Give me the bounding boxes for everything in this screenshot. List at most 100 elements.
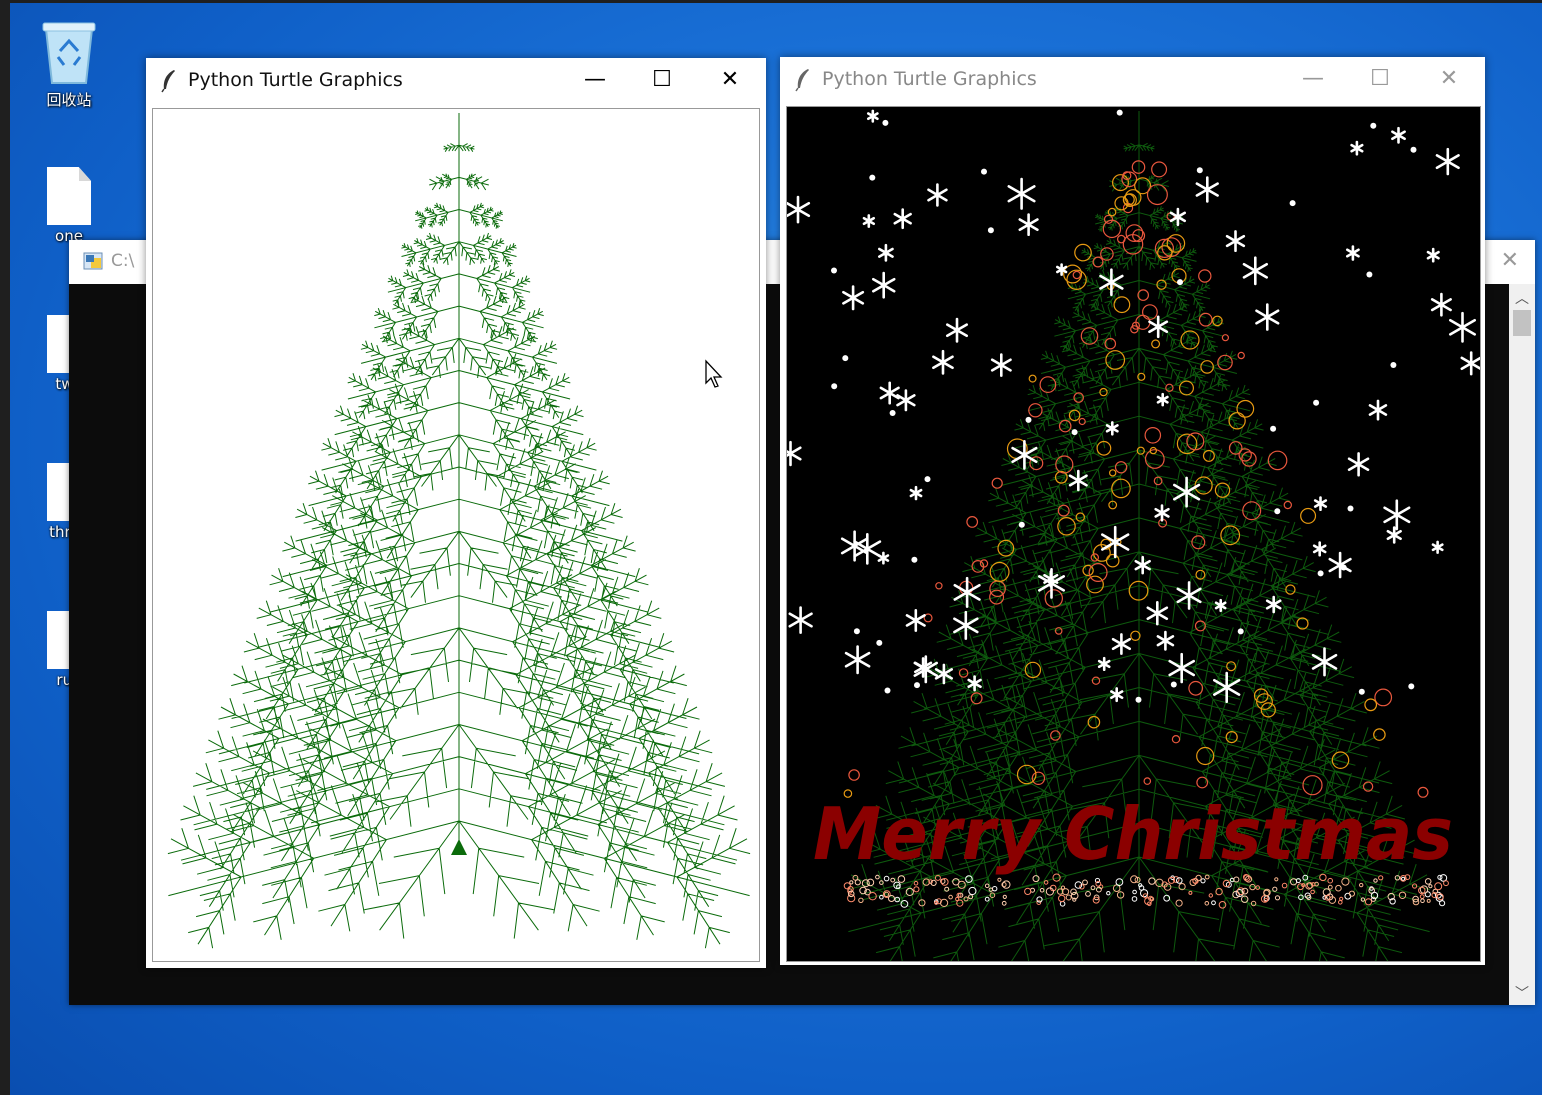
minimize-button[interactable]: —: [1291, 63, 1335, 95]
ornament-circle: [1364, 698, 1378, 712]
ornament-circle: [1153, 476, 1163, 486]
close-button[interactable]: ✕: [1427, 63, 1471, 95]
window-title: Python Turtle Graphics: [188, 69, 403, 91]
ornament-circle: [1373, 728, 1386, 741]
confetti-dot: [913, 886, 920, 893]
confetti-dot: [1072, 897, 1077, 902]
ornament-circle: [1221, 334, 1229, 342]
snowflake-icon: [1242, 256, 1268, 286]
snow-dot: [1177, 279, 1183, 286]
snow-dot: [981, 168, 987, 175]
close-button[interactable]: ✕: [708, 64, 752, 96]
confetti-dot: [1401, 876, 1406, 881]
snowflake-icon: [927, 183, 948, 207]
maximize-button[interactable]: ☐: [1358, 63, 1402, 95]
snow-dot: [882, 119, 889, 126]
turtle-cursor-icon: [451, 839, 467, 855]
scroll-down-icon[interactable]: ﹀: [1509, 983, 1535, 1003]
maximize-button[interactable]: ☐: [640, 64, 684, 96]
window-titlebar[interactable]: Python Turtle Graphics — ☐ ✕: [780, 57, 1485, 103]
snowflake-icon: [1368, 399, 1388, 421]
confetti-dot: [1434, 882, 1443, 891]
confetti-dot: [1341, 877, 1350, 886]
feather-icon: [795, 69, 809, 92]
snow-dot: [1313, 399, 1320, 406]
snowflake-icon: [1068, 469, 1088, 492]
confetti-dot: [1060, 885, 1066, 890]
mouse-cursor-icon: [705, 359, 723, 388]
snow-dot: [1196, 167, 1203, 174]
fractal-tree-drawing: [167, 113, 751, 949]
window-titlebar[interactable]: Python Turtle Graphics — ☐ ✕: [146, 58, 766, 104]
confetti-dot: [1188, 890, 1193, 895]
ornament-circle: [1144, 426, 1162, 444]
ornament-circle: [1087, 715, 1101, 729]
confetti-dot: [1131, 896, 1138, 902]
turtle-window-left[interactable]: Python Turtle Graphics — ☐ ✕: [146, 58, 766, 968]
snowflake-icon: [862, 214, 875, 228]
ornament-circle: [1105, 553, 1120, 568]
snow-dot: [1358, 688, 1365, 695]
snowflake-icon: [1225, 230, 1246, 252]
turtle-canvas[interactable]: Merry Christmas: [786, 106, 1481, 962]
confetti-dot: [1339, 896, 1344, 901]
ornament-circle: [1198, 269, 1212, 283]
confetti-dot: [1211, 900, 1216, 906]
snowflake-icon: [1460, 351, 1480, 376]
python-console-icon: [83, 252, 103, 270]
snow-dot: [1170, 681, 1177, 688]
ornament-circle: [1050, 730, 1061, 741]
turtle-canvas[interactable]: [152, 108, 760, 962]
snowflake-icon: [1386, 526, 1402, 544]
ornament-circle: [1092, 256, 1104, 268]
desktop-icon-label: 回收站: [46, 91, 92, 109]
desktop-icon-one[interactable]: one: [34, 167, 104, 245]
snowflake-icon: [788, 606, 813, 634]
snowflake-icon: [1431, 540, 1444, 554]
snowflake-icon: [1134, 555, 1151, 575]
snow-dot: [1237, 628, 1244, 635]
ornament-circle: [1151, 339, 1161, 349]
snow-dot: [911, 556, 918, 563]
ornament-circle: [1107, 207, 1117, 217]
scroll-thumb[interactable]: [1513, 310, 1531, 336]
snowflake-icon: [1195, 176, 1219, 203]
ornament-circle: [1236, 399, 1255, 418]
snowflake-icon: [844, 645, 871, 675]
confetti-dot: [1175, 899, 1183, 907]
confetti-dot: [940, 898, 949, 908]
snowflake-icon: [909, 485, 923, 501]
ornament-circle: [848, 769, 860, 781]
snowflake-icon: [1111, 633, 1131, 655]
confetti-dot: [1364, 898, 1373, 906]
confetti-dot: [1327, 877, 1334, 884]
snowflake-icon: [1426, 247, 1440, 263]
confetti-dot: [1106, 891, 1111, 896]
ornament-circle: [935, 582, 943, 590]
console-close-button[interactable]: ✕: [1501, 248, 1519, 273]
snowflake-icon: [787, 440, 802, 467]
scroll-up-icon[interactable]: ︿: [1509, 288, 1535, 308]
ornament-circle: [1137, 289, 1149, 301]
minimize-button[interactable]: —: [573, 64, 617, 96]
confetti-dot: [1039, 887, 1045, 893]
snowflake-icon: [1313, 496, 1328, 511]
snowflake-icon: [1346, 245, 1360, 261]
confetti-dot: [1373, 878, 1378, 883]
snow-dot: [1289, 200, 1296, 207]
desktop-icon-recycle-bin[interactable]: 回收站: [34, 17, 104, 110]
confetti-dot: [1420, 898, 1425, 904]
snowflake-icon: [1449, 311, 1476, 343]
snowflake-icon: [953, 576, 981, 608]
turtle-window-right[interactable]: Python Turtle Graphics — ☐ ✕ Merry Chris…: [780, 57, 1485, 965]
ornament-circle: [1091, 676, 1101, 685]
confetti-dot: [1419, 894, 1425, 899]
console-scrollbar[interactable]: ︿ ﹀: [1509, 284, 1535, 1005]
confetti-dot: [1398, 891, 1407, 899]
confetti-dot: [1378, 875, 1384, 881]
snow-dot: [831, 267, 837, 274]
tree-branch-lines: [167, 113, 751, 949]
ornament-circle: [1078, 417, 1086, 426]
confetti-dot: [984, 896, 990, 902]
confetti-dot: [1058, 894, 1066, 903]
